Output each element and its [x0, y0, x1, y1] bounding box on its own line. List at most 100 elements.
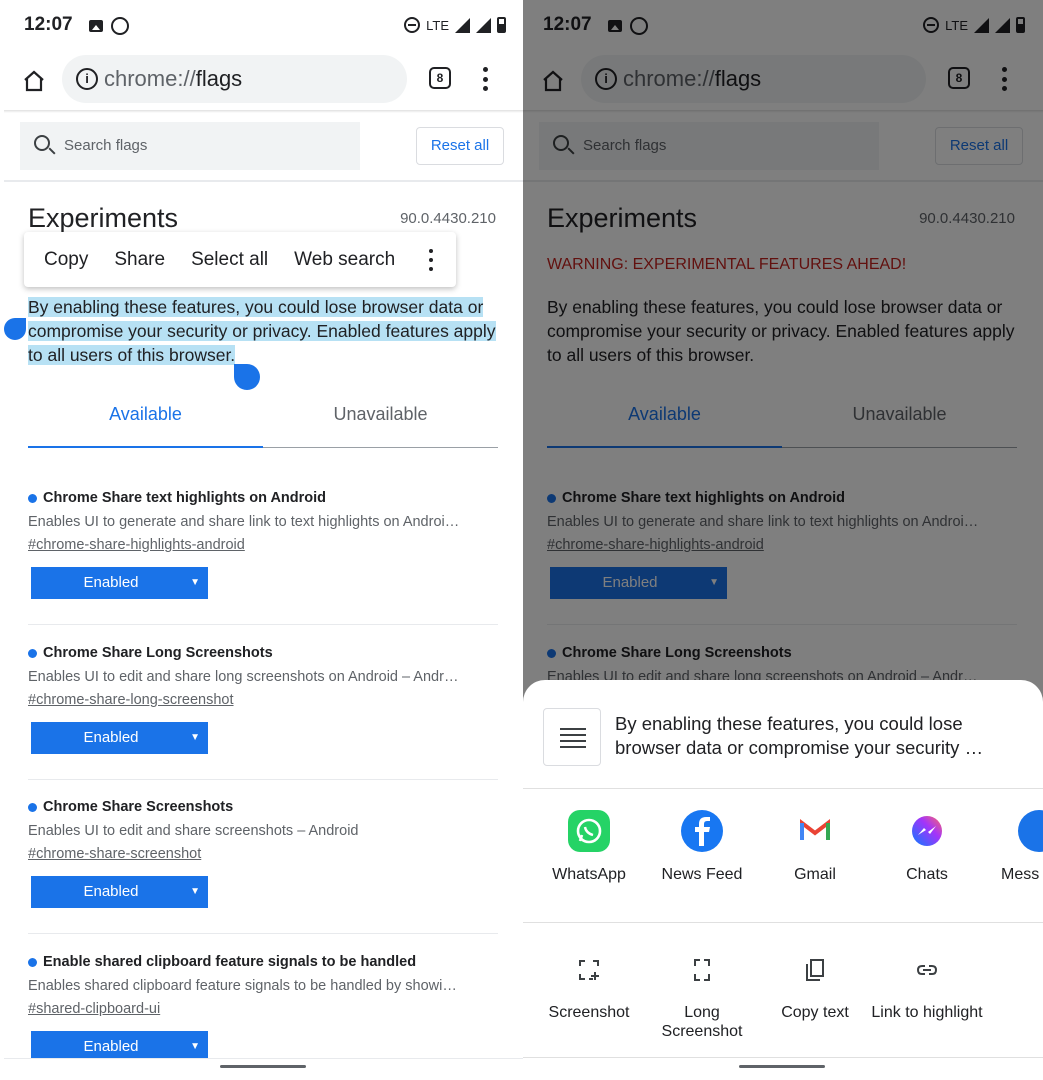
action-label: Link to highlight [871, 1004, 983, 1021]
text-selection-menu: Copy Share Select all Web search [24, 232, 456, 287]
tab-switcher-icon[interactable]: 8 [429, 67, 451, 89]
flag-divider [28, 624, 498, 625]
share-target-chats[interactable]: Chats [871, 810, 983, 884]
url-text[interactable]: chrome://flags [104, 66, 242, 92]
flag-select[interactable]: Enabled▼ [31, 567, 208, 599]
signal-roaming-icon [476, 17, 491, 33]
search-input[interactable]: Search flags [20, 122, 360, 170]
home-icon[interactable] [22, 69, 46, 93]
app-label: Mess [1001, 866, 1040, 883]
bottom-divider [523, 1057, 1043, 1058]
share-button[interactable]: Share [114, 249, 165, 271]
flag-title: Enable shared clipboard feature signals … [43, 954, 417, 970]
flag-description: Enables UI to edit and share screenshots… [28, 823, 359, 839]
more-options-icon[interactable] [428, 249, 434, 271]
flag-select[interactable]: Enabled▼ [31, 876, 208, 908]
flag-item: Chrome Share Long Screenshots Enables UI… [28, 645, 498, 754]
copy-icon [806, 959, 824, 981]
share-target-news-feed[interactable]: News Feed [646, 810, 758, 884]
link-icon [916, 965, 938, 975]
gesture-navigation-bar[interactable] [739, 1065, 825, 1068]
gesture-navigation-bar[interactable] [220, 1065, 306, 1068]
dropdown-arrow-icon: ▼ [190, 732, 200, 743]
omnibox[interactable]: i chrome://flags [62, 55, 407, 103]
action-label: Copy text [781, 1004, 849, 1021]
network-label: LTE [426, 17, 449, 33]
flag-description: Enables UI to generate and share link to… [28, 514, 460, 530]
share-preview-text: By enabling these features, you could lo… [615, 713, 984, 758]
toolbar-shadow [4, 110, 524, 113]
right-screen: 12:07 LTE i chrome://flags 8 Search flag… [523, 0, 1043, 1080]
flag-description: Enables UI to edit and share long screen… [28, 669, 459, 685]
text-document-icon [543, 708, 601, 766]
flag-item: Chrome Share text highlights on Android … [28, 490, 498, 599]
battery-icon [497, 17, 506, 33]
flag-item: Enable shared clipboard feature signals … [28, 954, 498, 1063]
messenger-icon [906, 810, 948, 852]
flag-link[interactable]: #shared-clipboard-ui [28, 1001, 498, 1017]
action-long-screenshot[interactable]: Long Screenshot [646, 958, 758, 1041]
copy-button[interactable]: Copy [44, 249, 88, 271]
action-label: Long Screenshot [661, 1004, 743, 1040]
selection-handle-start[interactable] [4, 318, 26, 340]
long-screenshot-icon [694, 959, 710, 981]
action-link-to-highlight[interactable]: Link to highlight [871, 958, 983, 1022]
select-all-button[interactable]: Select all [191, 249, 268, 271]
image-notification-icon [89, 20, 103, 32]
app-label: WhatsApp [552, 866, 626, 883]
left-screen: 12:07 LTE i chrome://flags 8 Search flag… [4, 0, 524, 1080]
tab-unavailable[interactable]: Unavailable [263, 404, 498, 425]
reset-all-button[interactable]: Reset all [416, 127, 504, 165]
share-sheet: By enabling these features, you could lo… [523, 680, 1043, 1080]
flag-item: Chrome Share Screenshots Enables UI to e… [28, 799, 498, 908]
search-icon [34, 135, 50, 151]
signal-icon [455, 17, 470, 33]
app-label: News Feed [661, 866, 743, 883]
screenshot-icon [579, 960, 599, 980]
version-label: 90.0.4430.210 [400, 210, 496, 227]
selection-handle-end[interactable] [234, 364, 260, 390]
flags-tabs: Available Unavailable [28, 404, 498, 448]
flag-link[interactable]: #chrome-share-long-screenshot [28, 692, 498, 708]
share-preview: By enabling these features, you could lo… [543, 708, 1013, 766]
search-placeholder: Search flags [64, 137, 148, 154]
whatsapp-notification-icon [111, 17, 129, 35]
flag-select[interactable]: Enabled▼ [31, 722, 208, 754]
flag-status-dot [28, 957, 37, 967]
overflow-menu-icon[interactable] [482, 67, 488, 91]
sheet-divider [523, 922, 1043, 923]
action-label: Screenshot [548, 1004, 630, 1021]
tab-available[interactable]: Available [28, 404, 263, 425]
whatsapp-icon [568, 810, 610, 852]
flag-title: Chrome Share text highlights on Android [43, 490, 327, 506]
info-icon[interactable]: i [76, 68, 98, 90]
flag-divider [28, 779, 498, 780]
flag-status-dot [28, 802, 37, 812]
flag-status-dot [28, 648, 37, 658]
flag-link[interactable]: #chrome-share-highlights-android [28, 537, 498, 553]
flag-title: Chrome Share Screenshots [43, 799, 234, 815]
share-target-whatsapp[interactable]: WhatsApp [533, 810, 645, 884]
description-text[interactable]: By enabling these features, you could lo… [28, 295, 498, 367]
dropdown-arrow-icon: ▼ [190, 577, 200, 588]
action-screenshot[interactable]: Screenshot [533, 958, 645, 1022]
active-tab-indicator [28, 446, 263, 448]
web-search-button[interactable]: Web search [294, 249, 395, 271]
gmail-icon [794, 810, 836, 852]
flag-title: Chrome Share Long Screenshots [43, 645, 273, 661]
status-bar: 12:07 LTE [4, 8, 524, 44]
share-target-messages[interactable]: Mess [983, 810, 1043, 884]
flag-description: Enables shared clipboard feature signals… [28, 978, 457, 994]
messages-icon [1018, 810, 1043, 852]
action-copy-text[interactable]: Copy text [759, 958, 871, 1022]
share-target-gmail[interactable]: Gmail [759, 810, 871, 884]
dropdown-arrow-icon: ▼ [190, 886, 200, 897]
flag-status-dot [28, 493, 37, 503]
page-title: Experiments [28, 203, 179, 233]
dnd-icon [404, 17, 421, 33]
status-time: 12:07 [24, 14, 73, 35]
sheet-divider [523, 788, 1043, 789]
flag-link[interactable]: #chrome-share-screenshot [28, 846, 498, 862]
facebook-icon [681, 810, 723, 852]
app-label: Chats [906, 866, 948, 883]
